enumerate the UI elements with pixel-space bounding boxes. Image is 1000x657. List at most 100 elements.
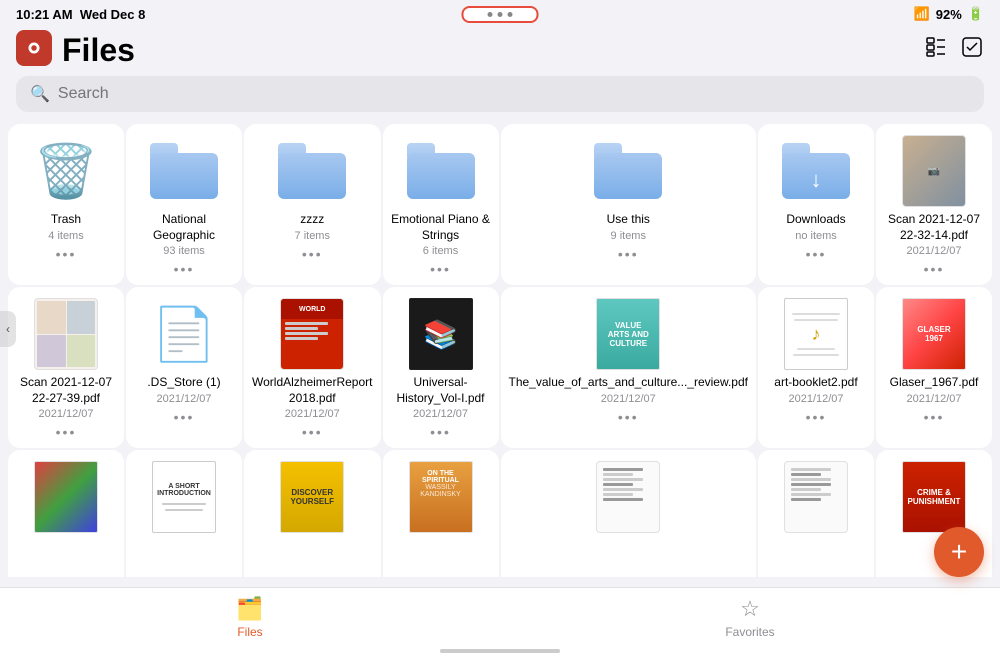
tab-bar: 🗂️ Files ☆ Favorites — [0, 587, 1000, 657]
grid-view-button[interactable] — [924, 35, 948, 65]
list-item[interactable]: Use this 9 items ••• — [501, 124, 757, 285]
list-item[interactable]: National Geographic 93 items ••• — [126, 124, 242, 285]
colorful-book-icon — [31, 462, 101, 532]
add-button[interactable]: + — [934, 527, 984, 577]
dot2 — [498, 12, 503, 17]
lined-pdf-icon — [593, 462, 663, 532]
trash-icon: 🗑️ — [31, 136, 101, 206]
pdf-red-icon: WORLD — [277, 299, 347, 369]
files-tab-label: Files — [237, 625, 262, 639]
item-options[interactable]: ••• — [924, 261, 945, 277]
item-options[interactable]: ••• — [174, 409, 195, 425]
folder-icon — [149, 136, 219, 206]
item-meta: 2021/12/07 — [601, 393, 656, 405]
item-name: zzzz — [300, 212, 324, 228]
left-nav-arrow[interactable]: ‹ — [0, 311, 16, 347]
item-meta: 2021/12/07 — [906, 393, 961, 405]
item-name: art-booklet2.pdf — [774, 375, 857, 391]
item-name: The_value_of_arts_and_culture..._review.… — [509, 375, 749, 391]
red-book2-icon: CRIME &PUNISHMENT — [899, 462, 969, 532]
item-meta: 2021/12/07 — [285, 408, 340, 420]
app-icon — [16, 30, 52, 66]
list-item[interactable]: Emotional Piano & Strings 6 items ••• — [383, 124, 499, 285]
item-name: National Geographic — [134, 212, 234, 243]
list-item[interactable]: 📄 .DS_Store (1) 2021/12/07 ••• — [126, 287, 242, 448]
item-name: Downloads — [786, 212, 845, 228]
list-item[interactable]: WORLD WorldAlzheimerReport 2018.pdf 2021… — [244, 287, 381, 448]
book-black-icon: 📚 — [406, 299, 476, 369]
wifi-icon: 📶 — [914, 6, 930, 22]
list-item[interactable] — [758, 450, 874, 577]
list-item[interactable]: GLASER1967 Glaser_1967.pdf 2021/12/07 ••… — [876, 287, 992, 448]
search-input[interactable] — [58, 85, 970, 103]
item-meta: 2021/12/07 — [156, 393, 211, 405]
list-item[interactable]: zzzz 7 items ••• — [244, 124, 381, 285]
tab-favorites[interactable]: ☆ Favorites — [500, 596, 1000, 639]
item-options[interactable]: ••• — [302, 424, 323, 440]
dots-button[interactable] — [462, 6, 539, 23]
list-item[interactable] — [8, 450, 124, 577]
downloads-folder-icon: ↓ — [781, 136, 851, 206]
item-options[interactable]: ••• — [924, 409, 945, 425]
item-name: Scan 2021-12-07 22-32-14.pdf — [884, 212, 984, 243]
item-name: Trash — [51, 212, 81, 228]
home-indicator — [440, 649, 560, 653]
dot3 — [508, 12, 513, 17]
item-name: Glaser_1967.pdf — [890, 375, 979, 391]
list-item[interactable]: ♪ art-booklet2.pdf 2021/12/07 ••• — [758, 287, 874, 448]
scan-photo-icon: 📷 — [899, 136, 969, 206]
item-options[interactable]: ••• — [430, 261, 451, 277]
list-item[interactable] — [501, 450, 757, 577]
item-meta: 4 items — [48, 230, 83, 242]
doc-icon: 📄 — [149, 299, 219, 369]
folder-icon — [277, 136, 347, 206]
tab-files[interactable]: 🗂️ Files — [0, 596, 500, 639]
list-item[interactable]: VALUEARTS AND CULTURE The_value_of_arts_… — [501, 287, 757, 448]
checkmark-button[interactable] — [960, 35, 984, 65]
favorites-tab-label: Favorites — [725, 625, 774, 639]
item-meta: 93 items — [163, 245, 205, 257]
item-meta: no items — [795, 230, 837, 242]
status-icons: 📶 92% 🔋 — [914, 6, 984, 22]
item-options[interactable]: ••• — [618, 246, 639, 262]
scan-grid-icon — [31, 299, 101, 369]
item-name: Use this — [607, 212, 650, 228]
book-teal-icon: VALUEARTS AND CULTURE — [593, 299, 663, 369]
app-logo — [23, 37, 45, 59]
book-multicolor-icon: GLASER1967 — [899, 299, 969, 369]
checkmark-icon — [960, 35, 984, 59]
favorites-tab-icon: ☆ — [740, 596, 760, 622]
search-bar[interactable]: 🔍 — [16, 76, 984, 112]
item-meta: 6 items — [423, 245, 458, 257]
list-item[interactable]: 📚 Universal-History_Vol-I.pdf 2021/12/07… — [383, 287, 499, 448]
item-options[interactable]: ••• — [806, 409, 827, 425]
item-options[interactable]: ••• — [174, 261, 195, 277]
files-grid: 🗑️ Trash 4 items ••• National Geographic… — [8, 124, 992, 577]
orange-book-icon: ON THESPIRITUAL WASSILYKANDINSKY — [406, 462, 476, 532]
item-name: WorldAlzheimerReport 2018.pdf — [252, 375, 373, 406]
list-item[interactable]: ON THESPIRITUAL WASSILYKANDINSKY — [383, 450, 499, 577]
list-item[interactable]: ↓ Downloads no items ••• — [758, 124, 874, 285]
dots-button-container — [462, 6, 539, 23]
item-options[interactable]: ••• — [56, 424, 77, 440]
item-options[interactable]: ••• — [618, 409, 639, 425]
grid-container: 🗑️ Trash 4 items ••• National Geographic… — [0, 120, 1000, 577]
list-item[interactable]: 🗑️ Trash 4 items ••• — [8, 124, 124, 285]
item-options[interactable]: ••• — [806, 246, 827, 262]
list-item[interactable]: DISCOVERYOURSELF — [244, 450, 381, 577]
item-options[interactable]: ••• — [56, 246, 77, 262]
item-name: .DS_Store (1) — [147, 375, 220, 391]
list-item[interactable]: 📷 Scan 2021-12-07 22-32-14.pdf 2021/12/0… — [876, 124, 992, 285]
grid-icon — [924, 35, 948, 59]
pdf-white-icon: ♪ — [781, 299, 851, 369]
list-item[interactable]: Scan 2021-12-07 22-27-39.pdf 2021/12/07 … — [8, 287, 124, 448]
item-options[interactable]: ••• — [430, 424, 451, 440]
item-options[interactable]: ••• — [302, 246, 323, 262]
header-icons — [924, 35, 984, 65]
item-name: Emotional Piano & Strings — [391, 212, 491, 243]
item-meta: 2021/12/07 — [38, 408, 93, 420]
files-tab-icon: 🗂️ — [236, 596, 263, 622]
folder-icon — [406, 136, 476, 206]
item-meta: 2021/12/07 — [906, 245, 961, 257]
list-item[interactable]: A SHORTINTRODUCTION — [126, 450, 242, 577]
